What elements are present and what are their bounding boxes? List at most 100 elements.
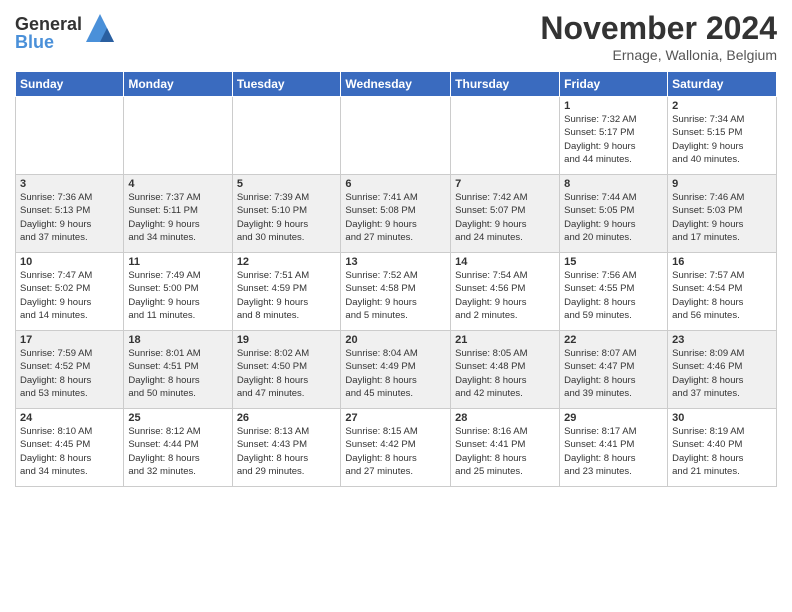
calendar-cell: 21Sunrise: 8:05 AM Sunset: 4:48 PM Dayli… <box>451 331 560 409</box>
calendar-header-row: Sunday Monday Tuesday Wednesday Thursday… <box>16 72 777 97</box>
calendar-cell: 8Sunrise: 7:44 AM Sunset: 5:05 PM Daylig… <box>560 175 668 253</box>
day-number: 11 <box>128 256 227 268</box>
calendar-cell: 5Sunrise: 7:39 AM Sunset: 5:10 PM Daylig… <box>232 175 341 253</box>
header: General Blue November 2024 Ernage, Wallo… <box>15 10 777 63</box>
calendar-cell: 26Sunrise: 8:13 AM Sunset: 4:43 PM Dayli… <box>232 409 341 487</box>
calendar-cell: 27Sunrise: 8:15 AM Sunset: 4:42 PM Dayli… <box>341 409 451 487</box>
logo: General Blue <box>15 15 114 51</box>
day-info: Sunrise: 7:54 AM Sunset: 4:56 PM Dayligh… <box>455 269 555 322</box>
week-row-5: 24Sunrise: 8:10 AM Sunset: 4:45 PM Dayli… <box>16 409 777 487</box>
day-info: Sunrise: 8:01 AM Sunset: 4:51 PM Dayligh… <box>128 347 227 400</box>
day-info: Sunrise: 7:56 AM Sunset: 4:55 PM Dayligh… <box>564 269 663 322</box>
day-number: 30 <box>672 412 772 424</box>
calendar-cell: 6Sunrise: 7:41 AM Sunset: 5:08 PM Daylig… <box>341 175 451 253</box>
col-friday: Friday <box>560 72 668 97</box>
calendar-cell: 7Sunrise: 7:42 AM Sunset: 5:07 PM Daylig… <box>451 175 560 253</box>
calendar-cell <box>124 97 232 175</box>
calendar-cell: 17Sunrise: 7:59 AM Sunset: 4:52 PM Dayli… <box>16 331 124 409</box>
calendar-cell <box>341 97 451 175</box>
week-row-4: 17Sunrise: 7:59 AM Sunset: 4:52 PM Dayli… <box>16 331 777 409</box>
week-row-3: 10Sunrise: 7:47 AM Sunset: 5:02 PM Dayli… <box>16 253 777 331</box>
day-info: Sunrise: 8:05 AM Sunset: 4:48 PM Dayligh… <box>455 347 555 400</box>
day-number: 29 <box>564 412 663 424</box>
calendar-cell: 13Sunrise: 7:52 AM Sunset: 4:58 PM Dayli… <box>341 253 451 331</box>
day-number: 17 <box>20 334 119 346</box>
day-info: Sunrise: 7:41 AM Sunset: 5:08 PM Dayligh… <box>345 191 446 244</box>
day-info: Sunrise: 7:37 AM Sunset: 5:11 PM Dayligh… <box>128 191 227 244</box>
day-number: 2 <box>672 100 772 112</box>
logo-text: General Blue <box>15 15 82 51</box>
day-info: Sunrise: 8:19 AM Sunset: 4:40 PM Dayligh… <box>672 425 772 478</box>
day-number: 27 <box>345 412 446 424</box>
day-number: 23 <box>672 334 772 346</box>
day-info: Sunrise: 8:17 AM Sunset: 4:41 PM Dayligh… <box>564 425 663 478</box>
calendar-table: Sunday Monday Tuesday Wednesday Thursday… <box>15 71 777 487</box>
calendar-cell: 4Sunrise: 7:37 AM Sunset: 5:11 PM Daylig… <box>124 175 232 253</box>
day-number: 10 <box>20 256 119 268</box>
col-thursday: Thursday <box>451 72 560 97</box>
calendar-cell: 10Sunrise: 7:47 AM Sunset: 5:02 PM Dayli… <box>16 253 124 331</box>
day-number: 4 <box>128 178 227 190</box>
day-info: Sunrise: 8:07 AM Sunset: 4:47 PM Dayligh… <box>564 347 663 400</box>
calendar-cell <box>16 97 124 175</box>
week-row-2: 3Sunrise: 7:36 AM Sunset: 5:13 PM Daylig… <box>16 175 777 253</box>
col-tuesday: Tuesday <box>232 72 341 97</box>
day-number: 7 <box>455 178 555 190</box>
day-info: Sunrise: 7:42 AM Sunset: 5:07 PM Dayligh… <box>455 191 555 244</box>
logo-general: General <box>15 15 82 33</box>
month-title: November 2024 <box>540 10 777 47</box>
day-number: 1 <box>564 100 663 112</box>
day-info: Sunrise: 8:09 AM Sunset: 4:46 PM Dayligh… <box>672 347 772 400</box>
logo-blue: Blue <box>15 33 82 51</box>
day-number: 8 <box>564 178 663 190</box>
calendar-cell: 3Sunrise: 7:36 AM Sunset: 5:13 PM Daylig… <box>16 175 124 253</box>
day-info: Sunrise: 8:12 AM Sunset: 4:44 PM Dayligh… <box>128 425 227 478</box>
day-info: Sunrise: 7:32 AM Sunset: 5:17 PM Dayligh… <box>564 113 663 166</box>
title-area: November 2024 Ernage, Wallonia, Belgium <box>540 10 777 63</box>
day-info: Sunrise: 7:39 AM Sunset: 5:10 PM Dayligh… <box>237 191 337 244</box>
calendar-cell: 19Sunrise: 8:02 AM Sunset: 4:50 PM Dayli… <box>232 331 341 409</box>
col-wednesday: Wednesday <box>341 72 451 97</box>
day-info: Sunrise: 7:51 AM Sunset: 4:59 PM Dayligh… <box>237 269 337 322</box>
col-monday: Monday <box>124 72 232 97</box>
day-info: Sunrise: 7:57 AM Sunset: 4:54 PM Dayligh… <box>672 269 772 322</box>
day-number: 22 <box>564 334 663 346</box>
day-info: Sunrise: 8:02 AM Sunset: 4:50 PM Dayligh… <box>237 347 337 400</box>
calendar-cell: 22Sunrise: 8:07 AM Sunset: 4:47 PM Dayli… <box>560 331 668 409</box>
calendar-cell: 2Sunrise: 7:34 AM Sunset: 5:15 PM Daylig… <box>668 97 777 175</box>
day-number: 24 <box>20 412 119 424</box>
day-number: 3 <box>20 178 119 190</box>
logo-icon <box>86 14 114 42</box>
calendar-cell <box>451 97 560 175</box>
day-number: 21 <box>455 334 555 346</box>
day-info: Sunrise: 7:34 AM Sunset: 5:15 PM Dayligh… <box>672 113 772 166</box>
day-number: 25 <box>128 412 227 424</box>
day-number: 13 <box>345 256 446 268</box>
day-info: Sunrise: 8:13 AM Sunset: 4:43 PM Dayligh… <box>237 425 337 478</box>
calendar-cell: 30Sunrise: 8:19 AM Sunset: 4:40 PM Dayli… <box>668 409 777 487</box>
calendar-cell: 11Sunrise: 7:49 AM Sunset: 5:00 PM Dayli… <box>124 253 232 331</box>
day-info: Sunrise: 8:16 AM Sunset: 4:41 PM Dayligh… <box>455 425 555 478</box>
week-row-1: 1Sunrise: 7:32 AM Sunset: 5:17 PM Daylig… <box>16 97 777 175</box>
day-info: Sunrise: 7:49 AM Sunset: 5:00 PM Dayligh… <box>128 269 227 322</box>
day-number: 19 <box>237 334 337 346</box>
day-info: Sunrise: 7:36 AM Sunset: 5:13 PM Dayligh… <box>20 191 119 244</box>
day-number: 15 <box>564 256 663 268</box>
day-info: Sunrise: 7:47 AM Sunset: 5:02 PM Dayligh… <box>20 269 119 322</box>
day-info: Sunrise: 7:59 AM Sunset: 4:52 PM Dayligh… <box>20 347 119 400</box>
calendar-cell: 18Sunrise: 8:01 AM Sunset: 4:51 PM Dayli… <box>124 331 232 409</box>
col-saturday: Saturday <box>668 72 777 97</box>
day-number: 16 <box>672 256 772 268</box>
calendar-cell: 9Sunrise: 7:46 AM Sunset: 5:03 PM Daylig… <box>668 175 777 253</box>
calendar-cell <box>232 97 341 175</box>
day-info: Sunrise: 8:15 AM Sunset: 4:42 PM Dayligh… <box>345 425 446 478</box>
location: Ernage, Wallonia, Belgium <box>540 47 777 63</box>
calendar-cell: 14Sunrise: 7:54 AM Sunset: 4:56 PM Dayli… <box>451 253 560 331</box>
calendar-cell: 20Sunrise: 8:04 AM Sunset: 4:49 PM Dayli… <box>341 331 451 409</box>
calendar-cell: 25Sunrise: 8:12 AM Sunset: 4:44 PM Dayli… <box>124 409 232 487</box>
calendar-cell: 15Sunrise: 7:56 AM Sunset: 4:55 PM Dayli… <box>560 253 668 331</box>
day-info: Sunrise: 7:46 AM Sunset: 5:03 PM Dayligh… <box>672 191 772 244</box>
day-number: 14 <box>455 256 555 268</box>
day-number: 12 <box>237 256 337 268</box>
day-number: 5 <box>237 178 337 190</box>
